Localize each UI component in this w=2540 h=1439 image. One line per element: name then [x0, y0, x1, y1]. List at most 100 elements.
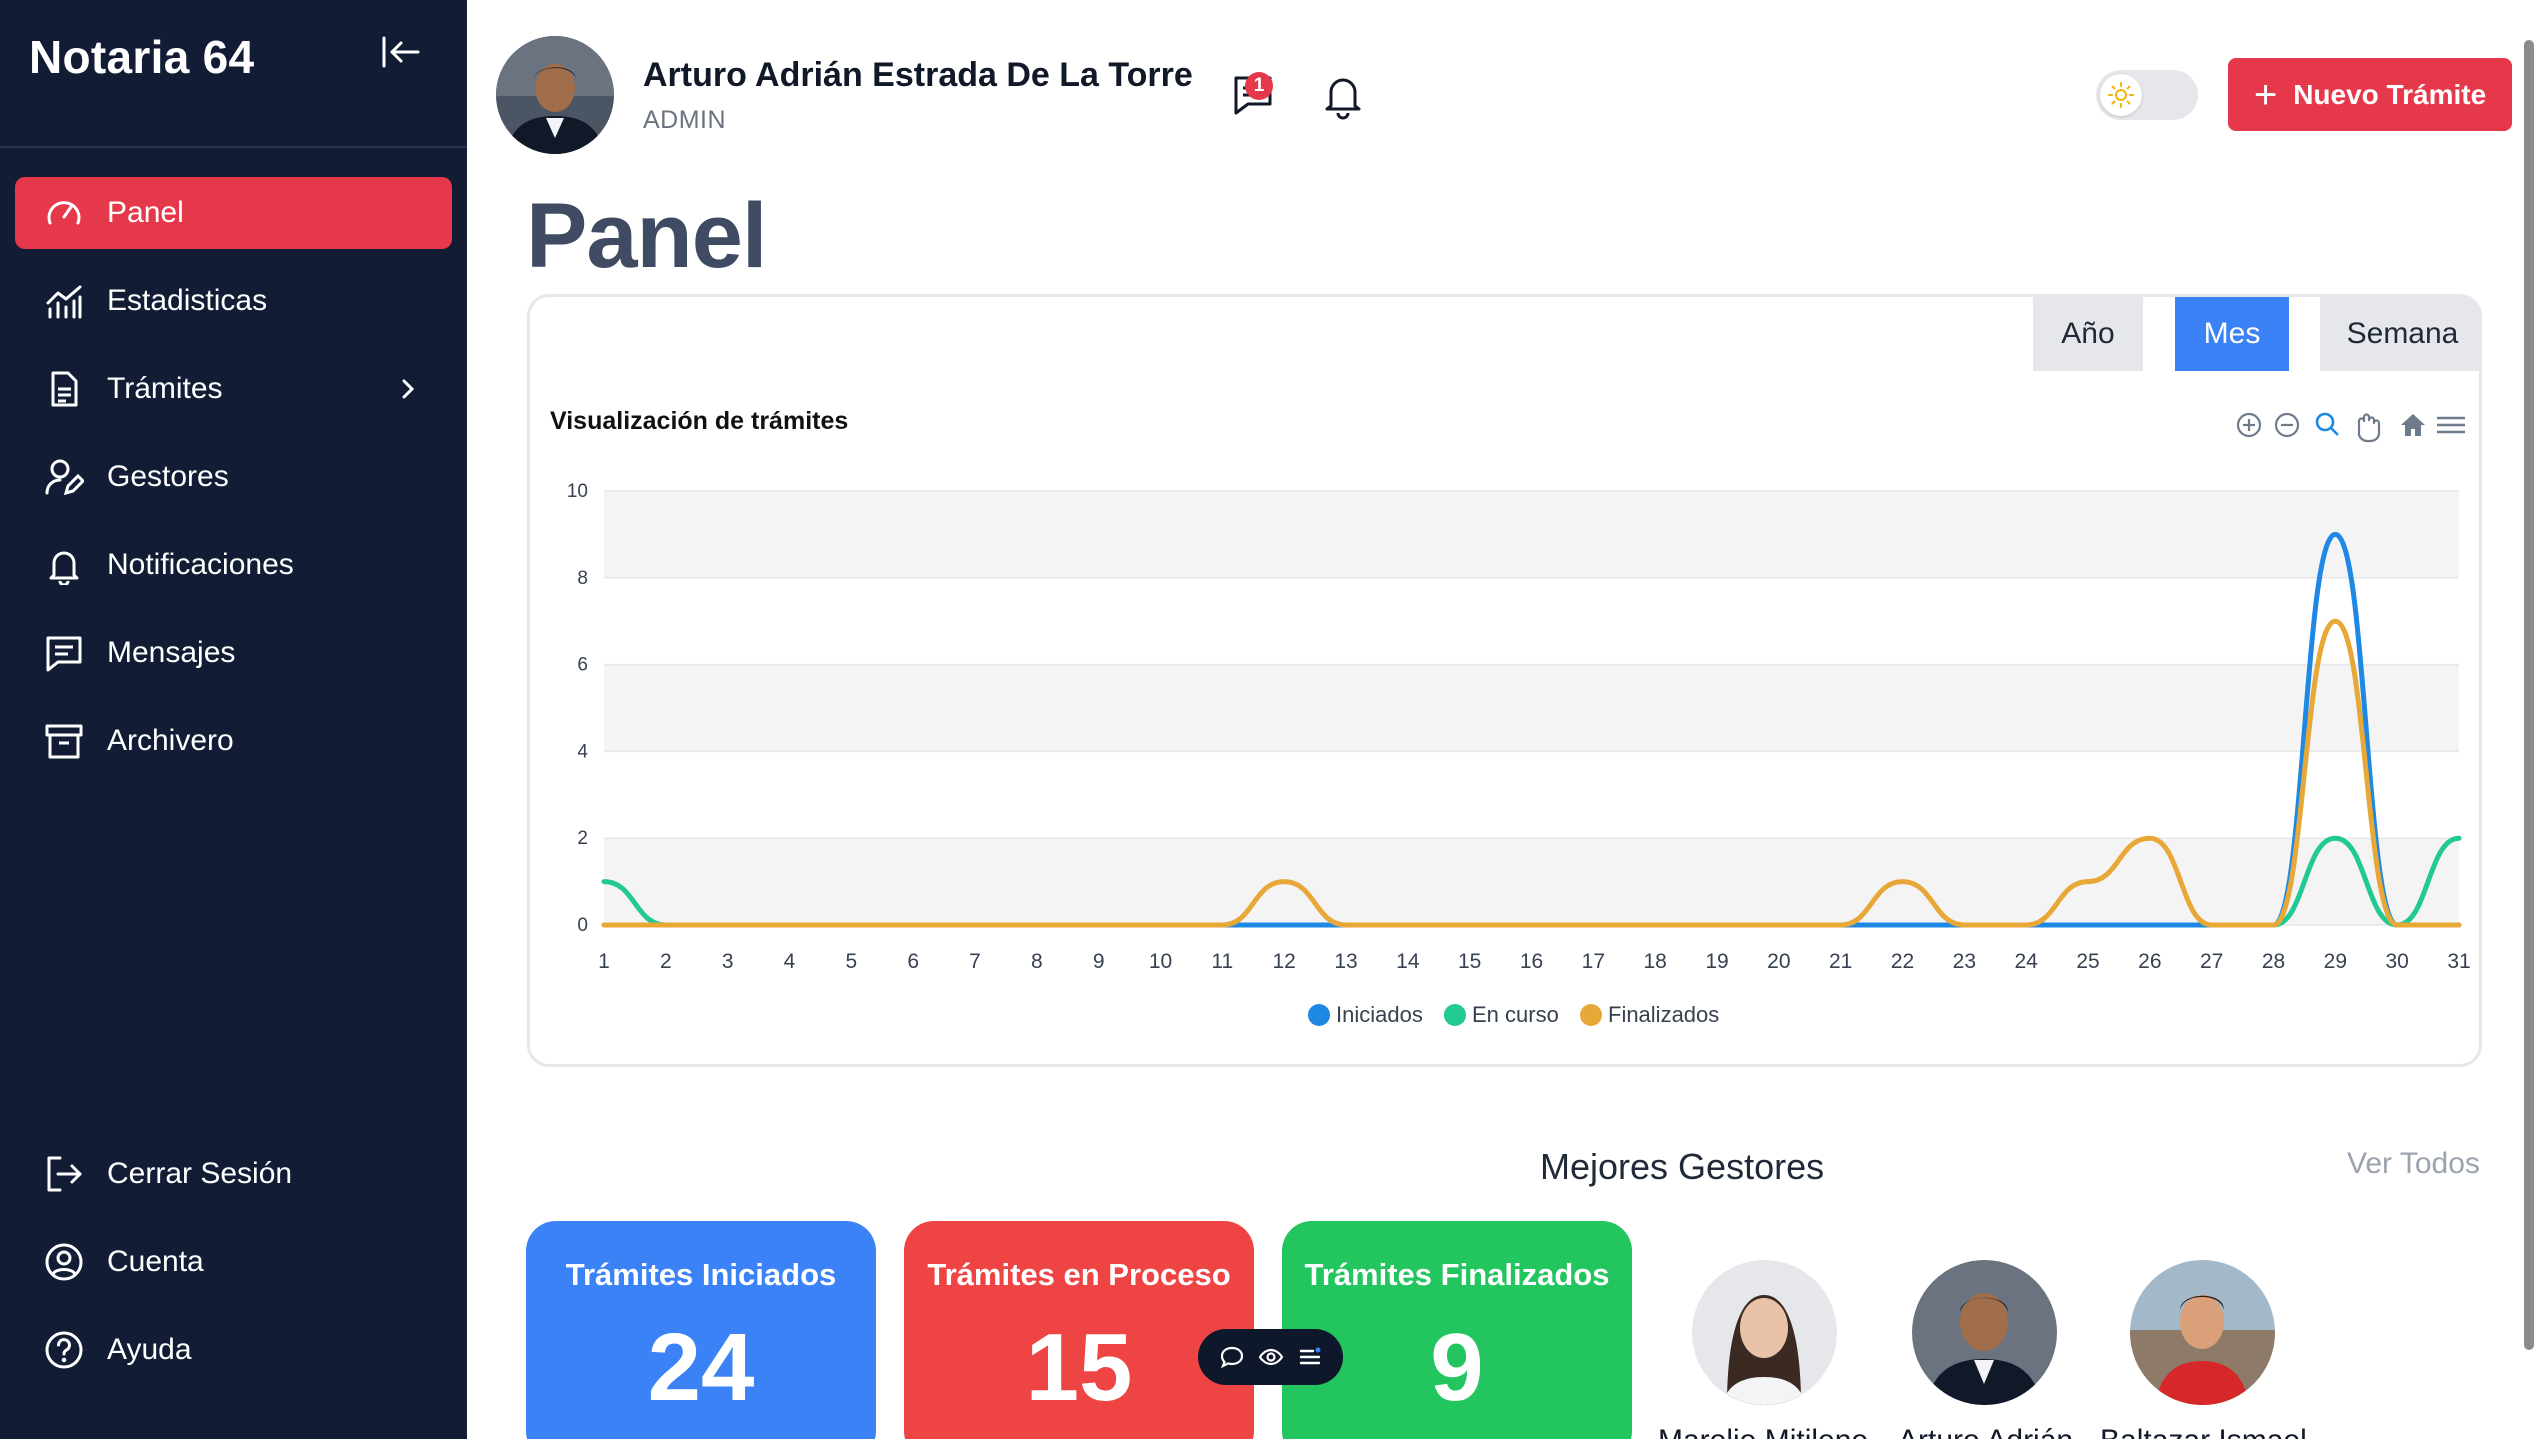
- sidebar-item-estadisticas[interactable]: Estadisticas: [15, 265, 452, 337]
- x-tick-label: 12: [1272, 950, 1295, 973]
- stat-value: 24: [647, 1314, 755, 1421]
- x-tick-label: 14: [1396, 950, 1420, 973]
- sidebar-item-ayuda[interactable]: Ayuda: [15, 1314, 452, 1386]
- list-icon[interactable]: [1297, 1344, 1323, 1370]
- legend-label: En curso: [1472, 1002, 1559, 1027]
- legend-marker: [1580, 1004, 1602, 1026]
- y-tick-label: 10: [567, 481, 588, 502]
- new-tramite-button[interactable]: + Nuevo Trámite: [2228, 58, 2512, 131]
- stat-title: Trámites en Proceso: [927, 1257, 1231, 1292]
- sidebar-item-cuenta[interactable]: Cuenta: [15, 1226, 452, 1298]
- chevron-right-icon: [394, 375, 422, 403]
- sidebar-item-label: Panel: [107, 196, 184, 229]
- x-tick-label: 8: [1031, 950, 1043, 973]
- x-tick-label: 3: [722, 950, 734, 973]
- avatar[interactable]: [496, 36, 614, 154]
- x-tick-label: 2: [660, 950, 672, 973]
- gestor-avatar[interactable]: [1692, 1260, 1837, 1405]
- user-name: Arturo Adrián Estrada De La Torre: [643, 56, 1193, 94]
- gestor-name: Arturo Adrián: [1898, 1424, 2073, 1439]
- x-tick-label: 23: [1953, 950, 1976, 973]
- x-tick-label: 13: [1334, 950, 1357, 973]
- x-tick-label: 22: [1891, 950, 1914, 973]
- page-title: Panel: [526, 185, 767, 287]
- x-tick-label: 25: [2076, 950, 2099, 973]
- sidebar-item-cerrar-sesion[interactable]: Cerrar Sesión: [15, 1138, 452, 1210]
- sidebar-item-mensajes[interactable]: Mensajes: [15, 617, 452, 689]
- grid-band: [604, 491, 2459, 578]
- new-tramite-label: Nuevo Trámite: [2293, 78, 2487, 110]
- x-tick-label: 1: [598, 950, 610, 973]
- gestor-name: Marelie Mitilene: [1658, 1424, 1868, 1439]
- legend-marker: [1444, 1004, 1466, 1026]
- sidebar-item-label: Ayuda: [107, 1333, 192, 1366]
- sidebar-item-panel[interactable]: Panel: [15, 177, 452, 249]
- x-tick-label: 29: [2324, 950, 2347, 973]
- account-icon: [43, 1241, 85, 1283]
- gauge-icon: [43, 192, 85, 234]
- sidebar-divider: [0, 146, 467, 148]
- x-tick-label: 18: [1643, 950, 1666, 973]
- comment-icon[interactable]: [1219, 1344, 1245, 1370]
- sidebar-item-label: Cerrar Sesión: [107, 1157, 293, 1190]
- see-all-link[interactable]: Ver Todos: [2347, 1147, 2480, 1181]
- x-tick-label: 21: [1829, 950, 1852, 973]
- grid-band: [604, 664, 2459, 752]
- sidebar-item-gestores[interactable]: Gestores: [15, 441, 452, 513]
- x-tick-label: 7: [969, 950, 981, 973]
- x-tick-label: 28: [2262, 950, 2285, 973]
- x-tick-label: 10: [1149, 950, 1172, 973]
- gestor-name: Baltazar Ismael: [2100, 1424, 2307, 1439]
- x-tick-label: 5: [845, 950, 857, 973]
- x-tick-label: 31: [2447, 950, 2470, 973]
- help-icon: [43, 1329, 85, 1371]
- sidebar-item-label: Trámites: [107, 372, 223, 405]
- x-tick-label: 24: [2014, 950, 2038, 973]
- gestor-avatar[interactable]: [1912, 1260, 2057, 1405]
- logout-icon: [43, 1153, 85, 1195]
- eye-icon[interactable]: [1258, 1344, 1284, 1370]
- x-tick-label: 16: [1520, 950, 1543, 973]
- sidebar-item-label: Mensajes: [107, 636, 236, 669]
- bell-icon: [43, 544, 85, 586]
- stat-card-finalizados: Trámites Finalizados 9: [1282, 1221, 1632, 1439]
- sidebar-item-tramites[interactable]: Trámites: [15, 353, 452, 425]
- bell-icon[interactable]: [1318, 70, 1368, 120]
- y-tick-label: 8: [577, 568, 588, 589]
- x-tick-label: 20: [1767, 950, 1790, 973]
- sidebar-item-label: Notificaciones: [107, 548, 294, 581]
- sidebar-item-label: Archivero: [107, 724, 234, 757]
- x-tick-label: 19: [1705, 950, 1728, 973]
- sidebar-item-label: Estadisticas: [107, 284, 268, 317]
- page-scrollbar[interactable]: [2524, 40, 2534, 1350]
- document-icon: [43, 368, 85, 410]
- x-tick-label: 27: [2200, 950, 2223, 973]
- sidebar-item-archivero[interactable]: Archivero: [15, 705, 452, 777]
- x-tick-label: 6: [907, 950, 919, 973]
- chart-icon: [43, 280, 85, 322]
- gestor-avatar[interactable]: [2130, 1260, 2275, 1405]
- stat-title: Trámites Finalizados: [1304, 1257, 1610, 1292]
- floating-toolbar: [1198, 1329, 1343, 1385]
- line-chart: 02468101 2 3 4 5 6 7 8 9 10 11 12 13 14 15 16 17 18 19 20 21…: [567, 481, 2471, 1027]
- collapse-sidebar-icon[interactable]: [378, 30, 424, 76]
- legend-marker: [1308, 1004, 1330, 1026]
- user-edit-icon: [43, 456, 85, 498]
- x-tick-label: 30: [2385, 950, 2408, 973]
- x-tick-label: 4: [784, 950, 796, 973]
- messages-badge: 1: [1245, 72, 1273, 100]
- sidebar-item-notificaciones[interactable]: Notificaciones: [15, 529, 452, 601]
- y-tick-label: 0: [577, 915, 588, 936]
- y-tick-label: 2: [577, 828, 588, 849]
- brand-logo: Notaria 64: [29, 31, 255, 83]
- x-tick-label: 26: [2138, 950, 2161, 973]
- sidebar: Notaria 64 Panel Estadisticas Trámites G…: [0, 0, 467, 1439]
- x-tick-label: 9: [1093, 950, 1105, 973]
- y-tick-label: 4: [577, 741, 588, 762]
- legend-label: Finalizados: [1608, 1002, 1719, 1027]
- user-role: ADMIN: [643, 106, 727, 134]
- x-tick-label: 15: [1458, 950, 1481, 973]
- theme-toggle[interactable]: [2096, 70, 2198, 120]
- chart-card: Año Mes Semana Visualización de trámites: [527, 294, 2482, 1067]
- sun-icon: [2100, 74, 2142, 116]
